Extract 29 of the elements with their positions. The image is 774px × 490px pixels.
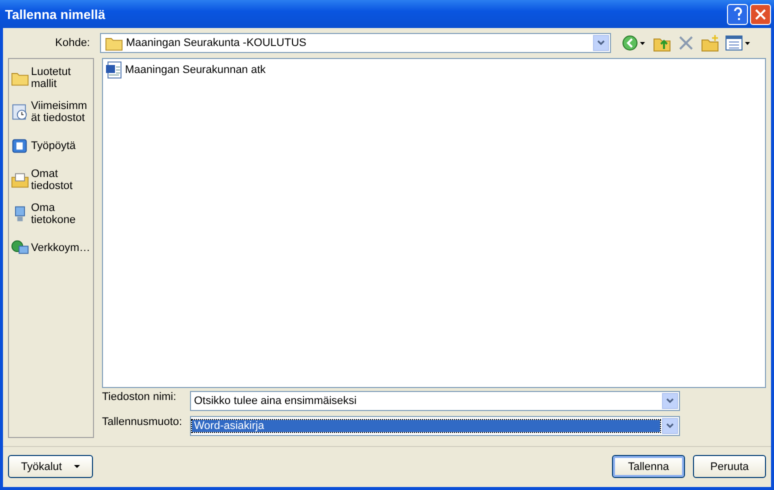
window-title: Tallenna nimellä	[5, 6, 106, 22]
delete-icon[interactable]	[677, 34, 695, 52]
file-item[interactable]: Maaningan Seurakunnan atk	[105, 61, 266, 79]
save-button[interactable]: Tallenna	[612, 455, 685, 478]
field-label: Tiedoston nimi:	[102, 391, 178, 403]
location-label: Kohde:	[54, 37, 91, 49]
file-type-dropdown[interactable]: Word-asiakirja	[190, 416, 680, 436]
views-icon[interactable]	[725, 34, 751, 52]
back-icon[interactable]	[621, 34, 647, 52]
places-item[interactable]: Työpöytä	[9, 129, 93, 163]
tools-button[interactable]: Työkalut	[8, 455, 93, 478]
network-globe-icon	[11, 239, 29, 257]
file-name-field[interactable]: Otsikko tulee aina ensimmäiseksi	[190, 391, 680, 411]
close-icon[interactable]	[750, 4, 771, 24]
places-item[interactable]: Luotetut mallit	[9, 61, 93, 95]
clock-document-icon	[11, 103, 29, 121]
caret-icon	[74, 464, 80, 468]
places-item[interactable]: Omat tiedostot	[9, 163, 93, 197]
documents-folder-icon	[11, 171, 29, 189]
cancel-button[interactable]: Peruuta	[693, 455, 766, 478]
word-document-icon	[105, 61, 123, 79]
places-item[interactable]: Verkkoym…	[9, 231, 93, 265]
location-dropdown[interactable]: Maaningan Seurakunta -KOULUTUS	[100, 33, 611, 53]
desktop-icon	[11, 137, 29, 155]
new-folder-icon[interactable]	[701, 34, 719, 52]
help-icon[interactable]	[727, 4, 748, 24]
field-label: Tallennusmuoto:	[102, 416, 184, 428]
places-item[interactable]: Oma tietokone	[9, 197, 93, 231]
places-item[interactable]: Viimeisimmät tiedostot	[9, 95, 93, 129]
